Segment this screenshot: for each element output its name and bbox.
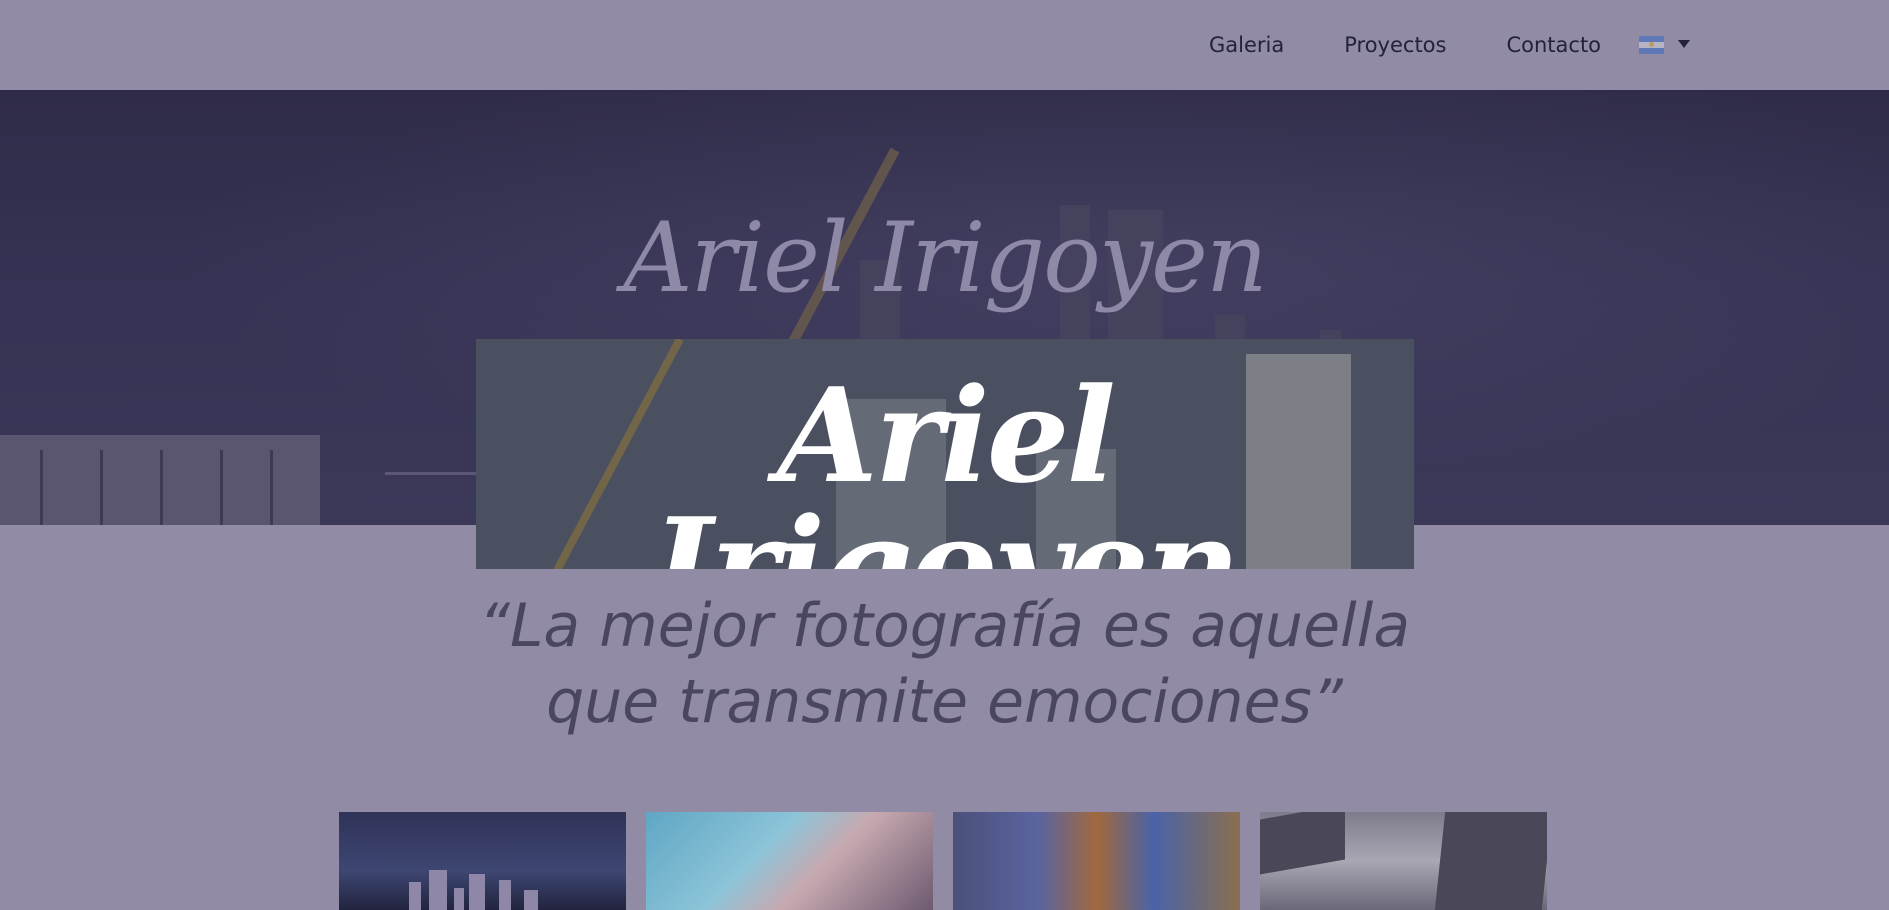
argentina-flag-icon (1639, 35, 1665, 55)
logo-signature: Ariel Irigoyen (652, 359, 1240, 570)
gallery-thumbnail[interactable] (1260, 812, 1547, 910)
logo-box: Ariel Irigoyen (476, 339, 1414, 569)
gallery-thumbnail[interactable] (339, 812, 626, 910)
nav-link-contacto[interactable]: Contacto (1506, 30, 1601, 60)
top-navigation-bar: Galeria Proyectos Contacto (0, 0, 1889, 90)
photo-gallery (339, 812, 1547, 910)
nav-link-galeria[interactable]: Galeria (1209, 30, 1284, 60)
gallery-thumbnail[interactable] (953, 812, 1240, 910)
nav-link-proyectos[interactable]: Proyectos (1344, 30, 1446, 60)
quote-line-2: que transmite emociones” (546, 667, 1343, 737)
quote-line-1: “La mejor fotografía es aquella (478, 591, 1411, 661)
tagline-quote: “La mejor fotografía es aquella que tran… (0, 588, 1889, 740)
gallery-thumbnail[interactable] (646, 812, 933, 910)
caret-down-icon (1678, 40, 1691, 48)
rooftop-graphic (385, 472, 485, 525)
language-selector[interactable] (1639, 35, 1691, 55)
hero-title: Ariel Irigoyen (623, 202, 1268, 314)
main-nav: Galeria Proyectos Contacto (1209, 30, 1691, 60)
billboard-graphic (0, 435, 320, 525)
